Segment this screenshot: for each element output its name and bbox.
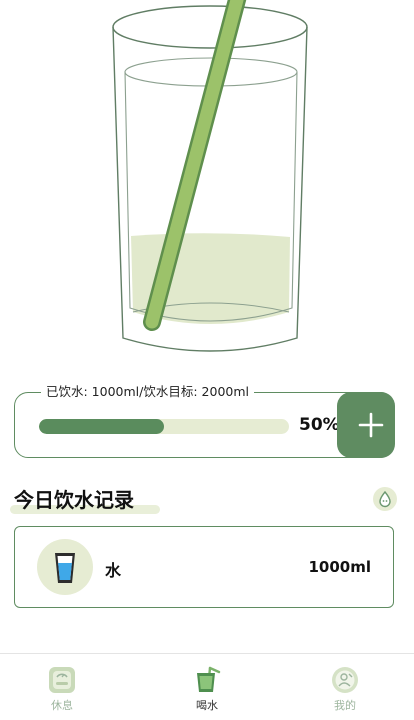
add-water-button[interactable] (336, 391, 395, 458)
water-cup-icon (37, 539, 93, 595)
glass-illustration (0, 0, 414, 372)
scale-icon (49, 667, 75, 693)
drink-cup-icon (197, 666, 221, 692)
progress-percent: 50% (299, 415, 340, 435)
nav-label-profile: 我的 (334, 699, 356, 712)
record-name: 水 (105, 561, 122, 580)
section-title: 今日饮水记录 (14, 488, 134, 512)
water-progress-card: 已饮水: 1000ml/饮水目标: 2000ml 50% (14, 384, 395, 458)
profile-icon (332, 667, 358, 693)
nav-label-rest: 休息 (51, 699, 73, 712)
plus-icon (358, 412, 383, 437)
nav-item-drink[interactable]: 喝水 (167, 666, 247, 713)
record-item[interactable]: 水 1000ml (14, 526, 394, 608)
nav-item-profile[interactable]: 我的 (305, 666, 385, 713)
water-drop-icon[interactable] (373, 487, 397, 511)
progress-bar-fill (39, 419, 164, 434)
bottom-nav: 休息 喝水 我的 (0, 653, 414, 720)
nav-label-drink: 喝水 (196, 699, 218, 712)
progress-bar (39, 419, 289, 434)
glass-icon (112, 0, 308, 352)
intake-summary: 已饮水: 1000ml/饮水目标: 2000ml (41, 384, 255, 400)
nav-item-rest[interactable]: 休息 (22, 666, 102, 713)
record-amount: 1000ml (308, 558, 371, 576)
